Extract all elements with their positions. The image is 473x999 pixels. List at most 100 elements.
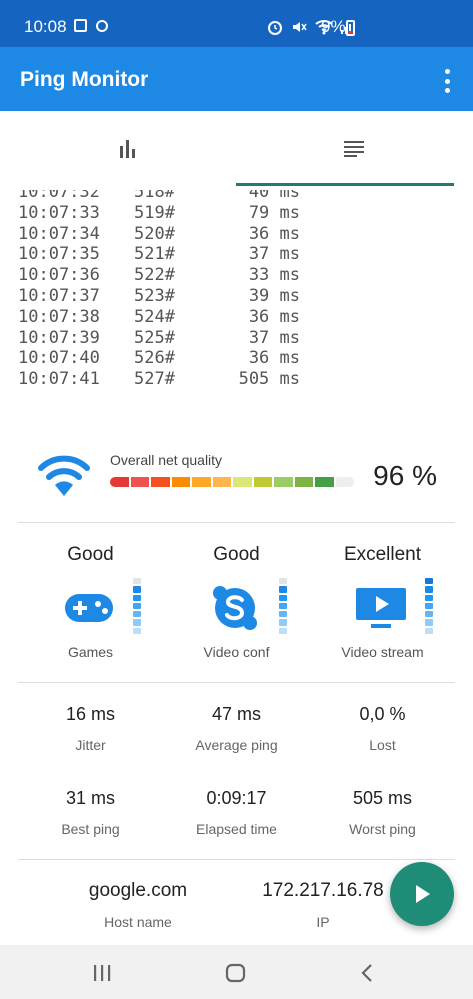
stat-best-ping: 31 ms Best ping [18,788,163,837]
log-sequence: 520# [134,223,175,244]
log-row: 10:07:37 523# 39 ms [18,286,300,307]
suit-rating: Excellent [343,544,422,565]
quality-segment [335,477,354,487]
log-time: 10:07:37 [18,285,100,306]
log-time: 10:07:38 [18,306,100,327]
image-icon [74,19,87,32]
divider [18,682,455,683]
meter-segment [279,594,287,601]
meter-segment [279,602,287,610]
host-name-label: Host name [104,914,172,930]
log-time: 10:07:39 [18,327,100,348]
tab-log[interactable] [236,111,472,187]
log-sequence: 525# [134,327,175,348]
quality-bar [110,477,354,487]
log-row: 10:07:39 525# 37 ms [18,328,300,349]
mute-icon [293,22,307,32]
suit-meter [425,578,433,634]
meter-segment [425,594,433,601]
ping-log[interactable]: 10:07:32 518# 40 ms 10:07:33 519# 79 ms 10:07:… [0,190,473,412]
app-title: Ping Monitor [20,68,149,91]
suit-video-stream: Excellent Video stream [310,540,455,670]
log-row: 10:07:41 527# 505 ms [18,369,300,390]
quality-segment [110,477,129,487]
play-icon [416,885,430,903]
suitability-grid: Good Games Good Video conf Excellent Vid… [18,540,455,670]
quality-segment [315,477,334,487]
meter-segment [425,586,433,593]
suit-rating: Good [213,544,260,565]
log-sequence: 527# [134,369,175,390]
stat-label: Elapsed time [196,821,277,837]
stat-value: 31 ms [65,788,116,808]
quality-segment [233,477,252,487]
tab-chart[interactable] [10,111,246,187]
stat-value: 505 ms [352,788,413,808]
meter-segment [279,611,287,618]
stat-jitter: 16 ms Jitter [18,704,163,753]
suit-name: Video conf [203,644,270,660]
suit-name: Video stream [341,644,424,660]
log-row: 10:07:36 522# 33 ms [18,265,300,286]
alarm-icon [268,21,282,35]
stat-label: Worst ping [349,821,416,837]
log-latency: 40 ms [248,190,300,202]
quality-segment [274,477,293,487]
log-row: 10:07:34 520# 36 ms [18,224,300,245]
wifi-icon [38,455,90,496]
stat-elapsed-time: 0:09:17 Elapsed time [164,788,309,837]
suit-games: Good Games [18,540,163,670]
meter-segment [425,619,433,626]
recent-apps-icon[interactable] [90,961,114,985]
meter-segment [133,619,141,626]
log-sequence: 523# [134,285,175,306]
host-name-value: google.com [88,880,188,901]
more-vert-icon[interactable] [435,69,459,93]
bar-chart-icon [120,140,135,158]
log-time: 10:07:35 [18,244,100,265]
stat-value: 47 ms [211,704,262,724]
stat-label: Best ping [61,821,120,837]
tab-indicator [236,183,454,186]
log-latency: 36 ms [248,223,300,244]
log-sequence: 521# [134,244,175,265]
quality-segment [130,477,149,487]
app-bar: Ping Monitor [0,47,473,111]
status-left-icons [74,19,109,33]
divider [18,859,455,860]
stat-average-ping: 47 ms Average ping [164,704,309,753]
stat-label: Jitter [75,737,106,753]
ping-log-list: 10:07:32 518# 40 ms 10:07:33 519# 79 ms 10:07:… [18,190,300,390]
log-latency: 37 ms [248,244,300,265]
meter-segment [133,611,141,618]
tab-bar [0,111,473,187]
log-sequence: 524# [134,306,175,327]
log-sequence: 526# [134,348,175,369]
suit-video-conf: Good Video conf [164,540,309,670]
battery-text: 9% [321,17,346,36]
meter-segment [133,594,141,601]
host-name: google.com Host name [58,880,218,930]
log-row: 10:07:35 521# 37 ms [18,244,300,265]
back-icon[interactable] [356,961,380,985]
list-icon [344,141,364,157]
net-quality: Overall net quality 96 % [18,440,455,520]
stat-label: Average ping [195,737,278,753]
log-time: 10:07:33 [18,202,100,223]
gamepad-icon [65,594,113,622]
stat-worst-ping: 505 ms Worst ping [310,788,455,837]
log-row: 10:07:38 524# 36 ms [18,307,300,328]
suit-meter [133,578,141,634]
quality-segment [253,477,272,487]
home-icon[interactable] [224,961,248,985]
log-time: 10:07:34 [18,223,100,244]
start-button[interactable] [390,862,454,926]
meter-segment [425,627,433,634]
quality-segment [192,477,211,487]
log-time: 10:07:36 [18,265,100,286]
log-row: 10:07:33 519# 79 ms [18,203,300,224]
suit-rating: Good [67,544,114,565]
meter-segment [133,578,141,585]
quality-segment [294,477,313,487]
log-sequence: 519# [134,202,175,223]
